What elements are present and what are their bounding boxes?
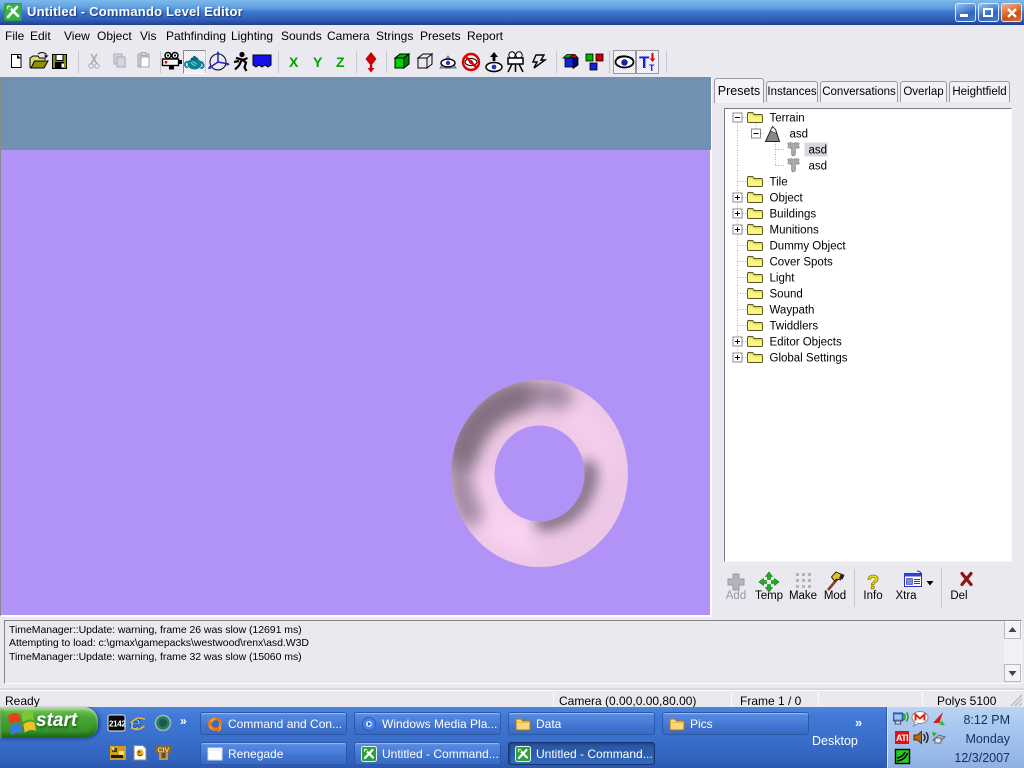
svg-text:ATI: ATI [896,733,908,743]
svg-text:Temp: Temp [755,590,783,602]
svg-text:Buildings: Buildings [770,209,817,221]
svg-text:asd: asd [809,161,828,173]
svg-text:asd: asd [790,129,809,141]
svg-text:Light: Light [770,273,796,285]
svg-text:Editor Objects: Editor Objects [770,337,842,349]
svg-text:Y: Y [313,54,323,70]
svg-text:Make: Make [789,590,817,602]
svg-text:Waypath: Waypath [770,305,815,317]
svg-text:Info: Info [863,590,882,602]
svg-text:Cover Spots: Cover Spots [770,257,834,269]
svg-text:Del: Del [950,590,967,602]
svg-text:X: X [289,54,299,70]
svg-text:Tile: Tile [770,177,788,189]
svg-text:Mod: Mod [824,590,846,602]
svg-text:Global Settings: Global Settings [770,353,848,365]
svg-text:asd: asd [809,145,828,157]
svg-text:Dummy Object: Dummy Object [770,241,847,253]
svg-text:Sound: Sound [770,289,803,301]
svg-text:Z: Z [336,54,345,70]
svg-text:e: e [130,714,141,735]
svg-text:»: » [180,714,187,728]
svg-text:2142: 2142 [109,720,126,729]
svg-text:Munitions: Munitions [770,225,819,237]
svg-text:Twiddlers: Twiddlers [770,321,819,333]
svg-text:Add: Add [726,590,746,602]
svg-text:T: T [649,63,655,73]
svg-text:Object: Object [770,193,804,205]
svg-text:Xtra: Xtra [895,590,917,602]
svg-text:Terrain: Terrain [770,113,805,125]
